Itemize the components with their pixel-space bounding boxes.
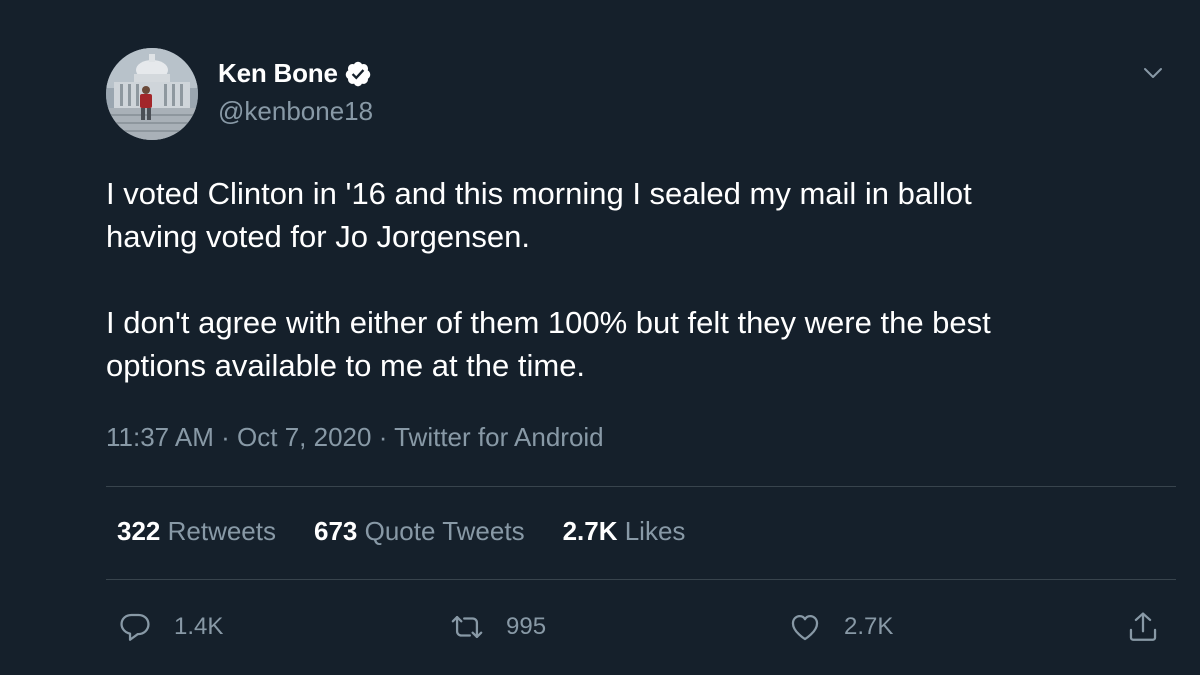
- retweets-stat[interactable]: 322 Retweets: [117, 516, 276, 547]
- tweet-date[interactable]: Oct 7, 2020: [237, 422, 371, 452]
- reply-bubble-icon: [120, 613, 150, 641]
- retweets-count: 322: [117, 516, 161, 546]
- tweet-text: I voted Clinton in '16 and this morning …: [106, 176, 991, 383]
- likes-count: 2.7K: [562, 516, 618, 546]
- quote-tweets-count: 673: [314, 516, 358, 546]
- tweet-card: Ken Bone @kenbone18 I voted Clinton in '…: [0, 0, 1200, 675]
- avatar[interactable]: [106, 48, 198, 140]
- author-handle[interactable]: @kenbone18: [218, 96, 373, 127]
- author-name[interactable]: Ken Bone: [218, 58, 372, 89]
- chevron-down-icon[interactable]: [1142, 62, 1164, 84]
- divider: [106, 486, 1176, 487]
- engagement-stats: 322 Retweets 673 Quote Tweets 2.7K Likes: [117, 516, 723, 547]
- quote-tweets-stat[interactable]: 673 Quote Tweets: [314, 516, 525, 547]
- avatar-image: [106, 48, 198, 140]
- divider: [106, 579, 1176, 580]
- quote-tweets-label: Quote Tweets: [357, 516, 525, 546]
- like-button[interactable]: 2.7K: [788, 605, 893, 649]
- likes-stat[interactable]: 2.7K Likes: [563, 516, 686, 547]
- like-count: 2.7K: [844, 613, 894, 640]
- meta-separator: ·: [213, 422, 238, 452]
- likes-label: Likes: [617, 516, 686, 546]
- tweet-metadata: 11:37 AM · Oct 7, 2020 · Twitter for And…: [106, 422, 604, 453]
- action-bar: 1.4K 995 2.7K: [0, 605, 1200, 649]
- meta-separator: ·: [371, 422, 395, 452]
- heart-icon: [791, 614, 819, 641]
- retweet-button[interactable]: 995: [450, 605, 546, 649]
- verified-badge-icon: [344, 60, 372, 88]
- share-button[interactable]: [1126, 605, 1160, 649]
- retweet-arrows-icon: [451, 615, 483, 639]
- reply-button[interactable]: 1.4K: [118, 605, 223, 649]
- reply-count: 1.4K: [174, 613, 224, 640]
- share-upload-icon: [1129, 612, 1157, 641]
- tweet-time[interactable]: 11:37 AM: [106, 422, 214, 452]
- retweet-count: 995: [506, 613, 547, 640]
- retweets-label: Retweets: [160, 516, 276, 546]
- tweet-source[interactable]: Twitter for Android: [394, 422, 604, 452]
- author-name-text[interactable]: Ken Bone: [218, 58, 338, 89]
